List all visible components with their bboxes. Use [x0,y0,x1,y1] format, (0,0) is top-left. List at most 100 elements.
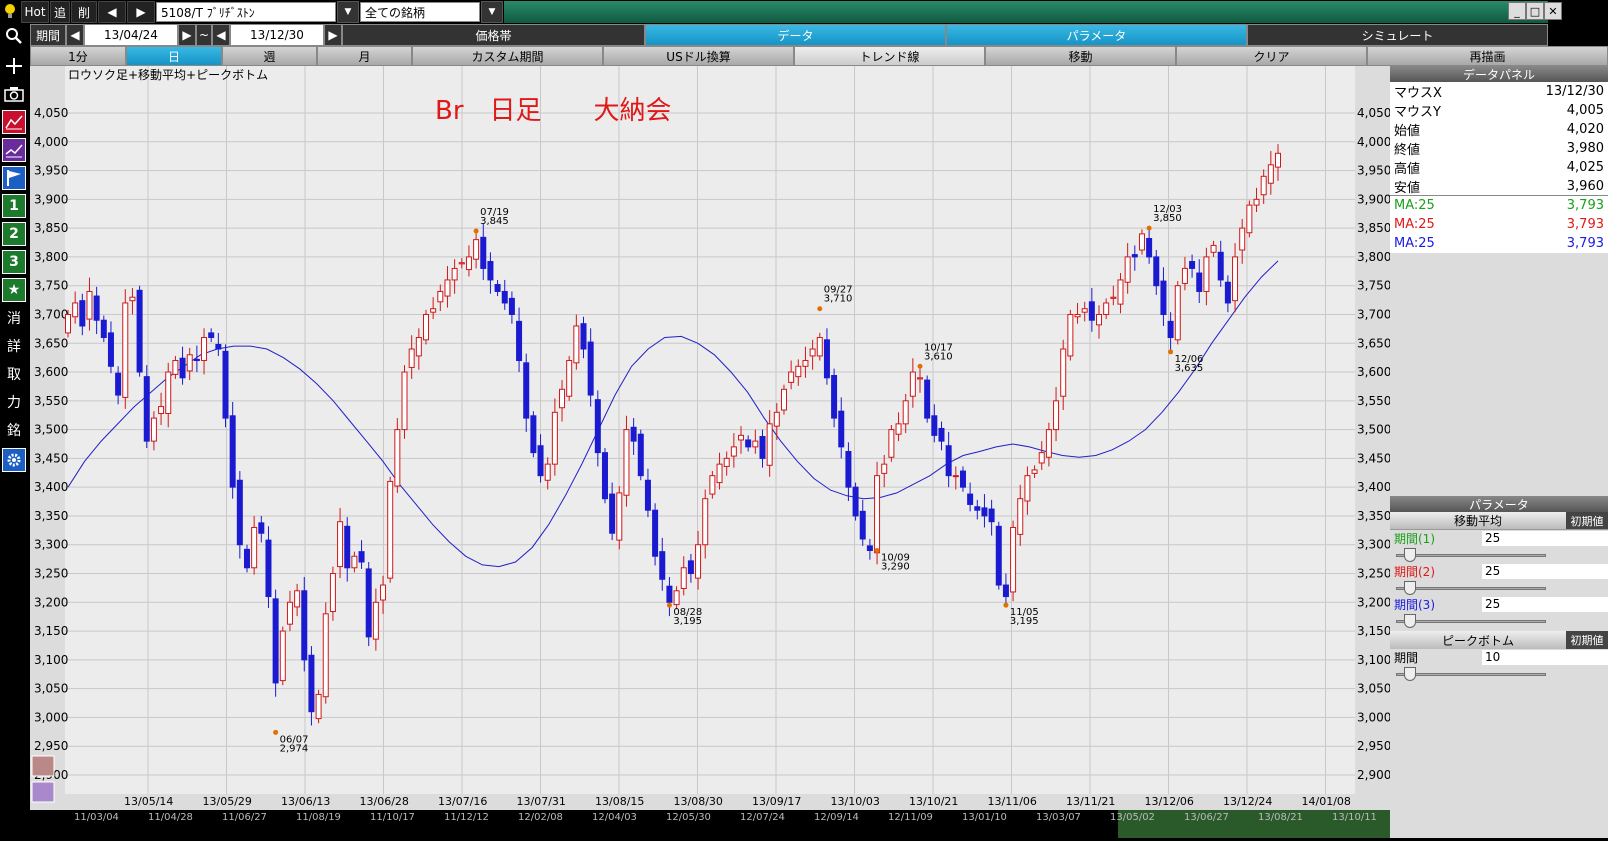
add-button[interactable]: 追 [50,1,70,23]
end-date-prev-button[interactable]: ◀ [212,24,230,46]
candlestick-chart[interactable]: 4,050 4,050 4,000 4,000 3,950 3,950 3,900 3,900… [0,66,1391,838]
candle-body [1267,164,1274,184]
stock-tool-button[interactable]: 銘 [2,418,26,442]
candle-body [251,526,258,569]
minimize-button[interactable]: _ [1508,2,1526,20]
crosshair-icon[interactable] [2,54,26,78]
candle-body [738,434,745,441]
candle-body [1224,281,1231,304]
delete-button[interactable]: 削 [71,1,97,23]
x-tick-label: 13/11/21 [1066,795,1115,808]
custom-period-button[interactable]: カスタム期間 [412,46,603,66]
pb-reset-button[interactable]: 初期値 [1566,631,1608,649]
candle-body [208,332,215,339]
candle-body [1153,256,1160,287]
candle-body [115,372,122,396]
start-date-next-button[interactable]: ▶ [178,24,196,46]
ma-period-input[interactable]: 25 [1482,597,1608,612]
pb-period-input[interactable]: 10 [1482,650,1608,665]
interval-month-button[interactable]: 月 [317,46,412,66]
x-tick-label: 13/12/06 [1145,795,1194,808]
detail-tool-button[interactable]: 詳 [2,334,26,358]
candle-body [1174,285,1181,341]
candle-body [473,239,480,260]
next-stock-button[interactable]: ▶ [127,1,155,23]
hot-button[interactable]: Hot [21,1,49,23]
arrow-right-icon: ▶ [136,5,146,19]
ma-period-slider[interactable] [1396,580,1546,596]
interval-1min-button[interactable]: 1分 [30,46,126,66]
start-date-input[interactable]: 13/04/24 [84,24,178,46]
bulb-icon[interactable] [0,1,20,23]
chart-panel[interactable]: 4,050 4,050 4,000 4,000 3,950 3,950 3,900 3,900… [0,66,1391,838]
tab-data[interactable]: データ [645,24,946,46]
clear-button[interactable]: クリア [1176,46,1367,66]
ma-period-slider[interactable] [1396,547,1546,563]
gear-icon[interactable] [2,448,26,472]
candle-body [265,539,272,598]
pb-period-slider[interactable] [1396,666,1546,682]
candle-body [945,445,952,477]
end-date-next-button[interactable]: ▶ [324,24,342,46]
interval-day-button[interactable]: 日 [126,46,222,66]
y-tick-left: 3,500 [34,423,68,437]
timeline-label: 11/04/28 [148,812,193,823]
data-row-label: 終値 [1394,143,1421,158]
timeline-label: 11/12/12 [444,812,489,823]
ma-period-slider[interactable] [1396,613,1546,629]
timeline-label: 13/05/02 [1110,812,1155,823]
line-chart-red-icon[interactable] [2,110,26,134]
stock-group-select[interactable]: 全ての銘柄 [360,2,480,22]
usd-convert-button[interactable]: USドル換算 [603,46,794,66]
move-button[interactable]: 移動 [985,46,1176,66]
prev-stock-button[interactable]: ◀ [98,1,126,23]
candle-body [709,475,716,495]
candle-body [1189,261,1196,269]
close-button[interactable]: ✕ [1544,2,1562,20]
flag-icon[interactable] [2,166,26,190]
peak-value: 3,195 [1010,616,1039,627]
ma-period-input[interactable]: 25 [1482,531,1608,546]
candle-body [730,446,737,457]
fetch-tool-button[interactable]: 取 [2,362,26,386]
camera-icon[interactable] [2,82,26,106]
candle-body [1275,152,1281,168]
candle-body [286,601,293,625]
input-tool-button[interactable]: 力 [2,390,26,414]
period-label: 期間 [30,24,66,46]
trendline-button[interactable]: トレンド線 [794,46,985,66]
preset-3-button[interactable]: 3 [2,250,26,274]
maximize-button[interactable]: □ [1526,2,1544,20]
preset-2-button[interactable]: 2 [2,222,26,246]
candle-body [79,300,86,327]
right-panel: データパネル マウスX 13/12/30 マウスY 4,005 始値 4,020 終値 3,9… [1390,66,1608,838]
candle-body [380,584,387,601]
start-date-prev-button[interactable]: ◀ [66,24,84,46]
candle-body [888,429,895,458]
tab-simulate[interactable]: シミュレート [1247,24,1548,46]
star-icon[interactable]: ★ [2,278,26,302]
clear-tool-button[interactable]: 消 [2,306,26,330]
tab-parameter[interactable]: パラメータ [946,24,1247,46]
ma-period-input[interactable]: 25 [1482,564,1608,579]
redraw-button[interactable]: 再描画 [1367,46,1608,66]
candle-body [666,585,673,603]
search-icon[interactable] [2,24,26,48]
interval-week-button[interactable]: 週 [222,46,317,66]
timeline-label: 11/10/17 [370,812,415,823]
line-chart-purple-icon[interactable] [2,138,26,162]
stock-code-input[interactable]: 5108/T ﾌﾞﾘﾁﾞｽﾄﾝ [156,2,336,22]
data-row-value: 3,793 [1566,217,1604,232]
tab-price-range[interactable]: 価格帯 [342,24,645,46]
candle-body [1053,400,1060,431]
candle-body [487,261,494,281]
data-row-value: 3,793 [1566,236,1604,251]
stock-code-dropdown[interactable]: ▼ [337,1,359,23]
timeline-label: 12/04/03 [592,812,637,823]
stock-group-dropdown[interactable]: ▼ [481,1,503,23]
y-tick-left: 3,650 [34,336,68,350]
candle-body [723,457,730,467]
end-date-input[interactable]: 13/12/30 [230,24,324,46]
preset-1-button[interactable]: 1 [2,194,26,218]
ma-reset-button[interactable]: 初期値 [1566,512,1608,529]
